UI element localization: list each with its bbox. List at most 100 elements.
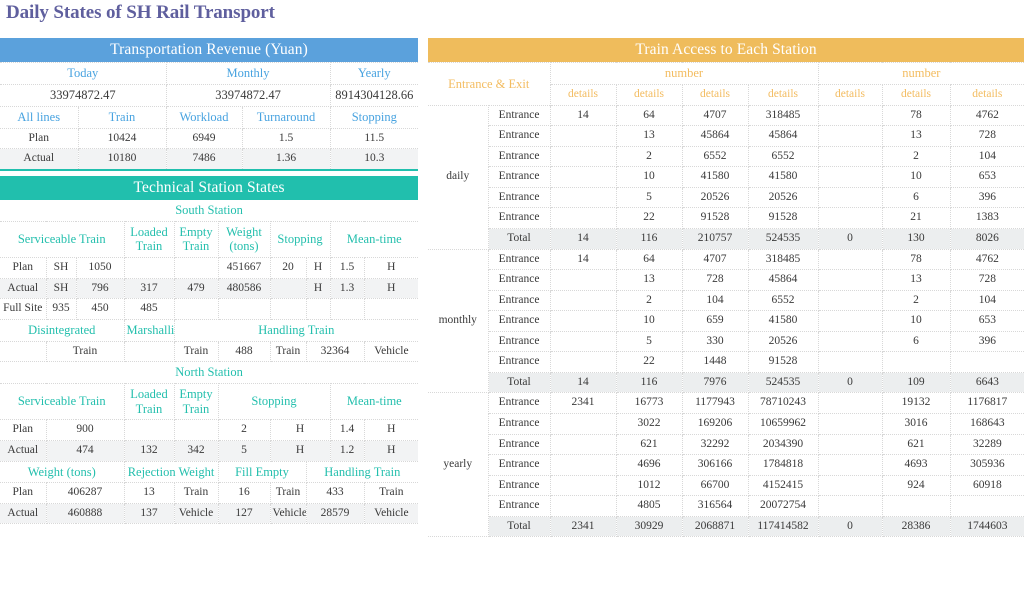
south-actual-c6: H bbox=[306, 278, 330, 299]
access-cell-yearly-3-5: 4693 bbox=[882, 455, 950, 476]
access-cell-monthly-3-1: 10 bbox=[616, 311, 682, 332]
technical-banner: Technical Station States bbox=[0, 176, 418, 200]
north-sub-plan-c0: 406287 bbox=[46, 483, 124, 504]
table-row: monthlyEntrance14644707318485784762 bbox=[428, 249, 1024, 270]
access-cell-monthly-5-6 bbox=[950, 352, 1024, 373]
south-fullsite-label: Full Site bbox=[0, 299, 46, 320]
access-cell-monthly-1-4 bbox=[818, 270, 882, 291]
revenue-period-yearly: Yearly bbox=[330, 63, 418, 85]
access-cell-monthly-5-0 bbox=[550, 352, 616, 373]
revenue-column-header-row: All lines Train Workload Turnaround Stop… bbox=[0, 106, 418, 128]
access-total-yearly-2: 2068871 bbox=[682, 516, 748, 537]
north-sub-handling-train: Handling Train bbox=[306, 461, 418, 483]
access-entrance-label: Entrance bbox=[488, 290, 550, 311]
access-cell-yearly-5-6 bbox=[950, 496, 1024, 517]
access-cell-monthly-4-0 bbox=[550, 331, 616, 352]
revenue-plan-turnaround: 1.5 bbox=[242, 128, 330, 149]
revenue-period-today: Today bbox=[0, 63, 166, 85]
access-total-monthly-5: 109 bbox=[882, 372, 950, 393]
south-actual-c5 bbox=[270, 278, 306, 299]
revenue-col-all-lines: All lines bbox=[0, 106, 78, 128]
page-title: Daily States of SH Rail Transport bbox=[6, 2, 275, 24]
access-total-monthly-2: 7976 bbox=[682, 372, 748, 393]
revenue-actual-turnaround: 1.36 bbox=[242, 149, 330, 170]
access-total-yearly-1: 30929 bbox=[616, 516, 682, 537]
access-cell-daily-0-6: 4762 bbox=[950, 105, 1024, 126]
south-fullsite-c6 bbox=[306, 299, 330, 320]
table-row-total: Total14116797652453501096643 bbox=[428, 372, 1024, 393]
table-row: Actual 474 132 342 5 H 1.2 H bbox=[0, 441, 418, 462]
access-group-header-row: Entrance & Exit number number bbox=[428, 63, 1024, 85]
access-detail-header-7: details bbox=[950, 85, 1024, 106]
access-entrance-label: Entrance bbox=[488, 270, 550, 291]
access-cell-daily-4-6: 396 bbox=[950, 187, 1024, 208]
access-total-yearly-4: 0 bbox=[818, 516, 882, 537]
access-cell-yearly-2-2: 32292 bbox=[682, 434, 748, 455]
access-cell-yearly-5-1: 4805 bbox=[616, 496, 682, 517]
north-sub-actual-label: Actual bbox=[0, 503, 46, 524]
access-cell-yearly-0-5: 19132 bbox=[882, 393, 950, 414]
table-row: Actual SH 796 317 479 480586 H 1.3 H bbox=[0, 278, 418, 299]
access-total-daily-1: 116 bbox=[616, 228, 682, 249]
access-total-monthly-4: 0 bbox=[818, 372, 882, 393]
revenue-plan-label: Plan bbox=[0, 128, 78, 149]
south-sub-label bbox=[0, 341, 46, 362]
south-sub-c3: Train bbox=[174, 341, 218, 362]
access-total-monthly-6: 6643 bbox=[950, 372, 1024, 393]
access-cell-yearly-1-4 bbox=[818, 414, 882, 435]
table-row: Entrance469630616617848184693305936 bbox=[428, 455, 1024, 476]
access-period-label-daily: daily bbox=[428, 105, 488, 249]
access-cell-monthly-3-6: 653 bbox=[950, 311, 1024, 332]
south-actual-c2: 317 bbox=[124, 278, 174, 299]
access-cell-yearly-0-3: 78710243 bbox=[748, 393, 818, 414]
access-cell-daily-0-0: 14 bbox=[550, 105, 616, 126]
access-cell-daily-5-4 bbox=[818, 208, 882, 229]
north-actual-c6: H bbox=[364, 441, 418, 462]
south-fullsite-c7 bbox=[330, 299, 364, 320]
access-entrance-label: Entrance bbox=[488, 208, 550, 229]
access-cell-monthly-2-5: 2 bbox=[882, 290, 950, 311]
right-panel: Train Access to Each Station Entrance & … bbox=[428, 38, 1024, 537]
north-sub-actual-c5: 28579 bbox=[306, 503, 364, 524]
south-fullsite-c1: 450 bbox=[76, 299, 124, 320]
access-cell-yearly-1-6: 168643 bbox=[950, 414, 1024, 435]
left-panel: Transportation Revenue (Yuan) Today Mont… bbox=[0, 38, 418, 524]
access-total-monthly-1: 116 bbox=[616, 372, 682, 393]
table-row: Full Site 935 450 485 bbox=[0, 299, 418, 320]
technical-banner-row: Technical Station States bbox=[0, 176, 418, 200]
south-plan-c5: 20 bbox=[270, 258, 306, 279]
north-actual-c1: 132 bbox=[124, 441, 174, 462]
access-cell-daily-5-5: 21 bbox=[882, 208, 950, 229]
north-plan-label: Plan bbox=[0, 420, 46, 441]
access-cell-daily-3-5: 10 bbox=[882, 167, 950, 188]
access-group-number-1: number bbox=[550, 63, 818, 85]
table-row: Train Train 488 Train 32364 Vehicle bbox=[0, 341, 418, 362]
revenue-period-value-row: 33974872.47 33974872.47 8914304128.66 bbox=[0, 85, 418, 107]
access-cell-yearly-1-1: 3022 bbox=[616, 414, 682, 435]
access-cell-yearly-5-0 bbox=[550, 496, 616, 517]
table-row: Entrance62132292203439062132289 bbox=[428, 434, 1024, 455]
access-cell-monthly-5-3: 91528 bbox=[748, 352, 818, 373]
access-cell-daily-4-1: 5 bbox=[616, 187, 682, 208]
access-cell-yearly-0-4 bbox=[818, 393, 882, 414]
access-cell-yearly-4-5: 924 bbox=[882, 475, 950, 496]
revenue-value-today: 33974872.47 bbox=[0, 85, 166, 107]
access-cell-monthly-2-3: 6552 bbox=[748, 290, 818, 311]
north-station-title-row: North Station bbox=[0, 362, 418, 384]
access-cell-daily-1-2: 45864 bbox=[682, 126, 748, 147]
table-row: Plan 10424 6949 1.5 11.5 bbox=[0, 128, 418, 149]
access-cell-monthly-4-1: 5 bbox=[616, 331, 682, 352]
access-cell-monthly-4-5: 6 bbox=[882, 331, 950, 352]
table-row: Entrance10415804158010653 bbox=[428, 167, 1024, 188]
access-total-yearly-0: 2341 bbox=[550, 516, 616, 537]
table-row-total: Total1411621075752453501308026 bbox=[428, 228, 1024, 249]
access-cell-monthly-1-5: 13 bbox=[882, 270, 950, 291]
access-cell-yearly-5-3: 20072754 bbox=[748, 496, 818, 517]
south-fullsite-c2: 485 bbox=[124, 299, 174, 320]
access-cell-daily-0-2: 4707 bbox=[682, 105, 748, 126]
table-row: Entrance3022169206106599623016168643 bbox=[428, 414, 1024, 435]
access-cell-yearly-3-0 bbox=[550, 455, 616, 476]
north-sub-plan-c5: 433 bbox=[306, 483, 364, 504]
access-cell-daily-5-6: 1383 bbox=[950, 208, 1024, 229]
south-sub-marshalling: Marshalling bbox=[124, 319, 174, 341]
